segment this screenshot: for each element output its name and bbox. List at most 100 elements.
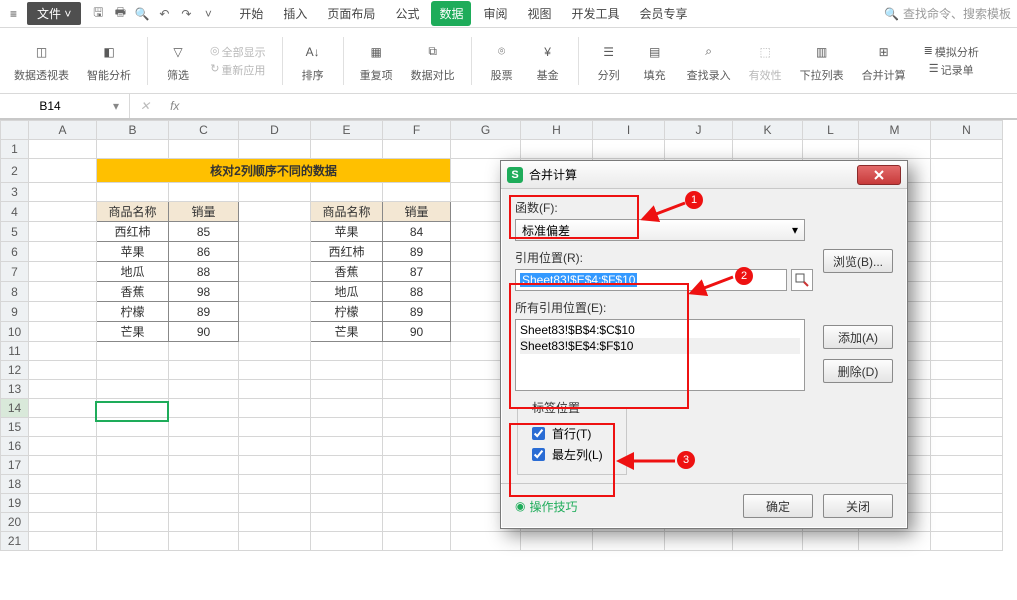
list-item[interactable]: Sheet83!$B$4:$C$10 [520,322,800,338]
cell[interactable] [931,302,1003,322]
cell[interactable]: 89 [383,242,451,262]
cell[interactable] [931,159,1003,183]
cell[interactable]: 香蕉 [97,282,169,302]
cell[interactable]: 西红柿 [97,222,169,242]
tab-data[interactable]: 数据 [431,1,471,26]
cell[interactable] [29,456,97,475]
cell[interactable] [239,342,311,361]
cell[interactable] [29,380,97,399]
cell[interactable] [29,513,97,532]
col-header[interactable]: N [931,121,1003,140]
cell[interactable] [97,513,169,532]
cell[interactable]: 芒果 [311,322,383,342]
row-header[interactable]: 11 [1,342,29,361]
cell[interactable] [931,262,1003,282]
ribbon-fund[interactable]: ¥基金 [528,39,568,83]
cell[interactable] [931,494,1003,513]
browse-button[interactable]: 浏览(B)... [823,249,893,273]
row-header[interactable]: 18 [1,475,29,494]
preview-icon[interactable]: 🔍 [134,6,150,22]
cell[interactable]: 核对2列顺序不同的数据 [97,159,451,183]
row-header[interactable]: 3 [1,183,29,202]
cell[interactable] [29,532,97,551]
cell[interactable]: 西红柿 [311,242,383,262]
row-header[interactable]: 21 [1,532,29,551]
cell[interactable]: 柠檬 [311,302,383,322]
cell[interactable] [97,456,169,475]
cell[interactable] [311,532,383,551]
col-header[interactable]: C [169,121,239,140]
cell[interactable] [451,532,521,551]
cell[interactable]: 芒果 [97,322,169,342]
cell[interactable]: 苹果 [97,242,169,262]
cell[interactable]: 地瓜 [311,282,383,302]
col-header[interactable]: D [239,121,311,140]
ribbon-datacompare[interactable]: ⧉数据对比 [405,39,461,83]
fx-icon[interactable]: fx [160,99,189,113]
cell[interactable] [931,361,1003,380]
cell[interactable] [97,380,169,399]
cell[interactable] [239,361,311,380]
cell[interactable] [29,262,97,282]
cell[interactable] [311,494,383,513]
cell[interactable] [311,399,383,418]
cell[interactable] [311,342,383,361]
cell[interactable] [931,322,1003,342]
col-header[interactable]: M [859,121,931,140]
cell[interactable] [239,183,311,202]
cell[interactable] [239,437,311,456]
cell[interactable]: 85 [169,222,239,242]
cell[interactable] [97,361,169,380]
tab-pagelayout[interactable]: 页面布局 [319,1,383,26]
cell[interactable]: 柠檬 [97,302,169,322]
cell[interactable] [593,140,665,159]
row-header[interactable]: 6 [1,242,29,262]
cell[interactable]: 98 [169,282,239,302]
ribbon-sort[interactable]: A↓排序 [293,39,333,83]
cell[interactable] [931,140,1003,159]
cell[interactable] [97,418,169,437]
left-col-input[interactable] [532,448,545,461]
cell[interactable] [169,361,239,380]
range-picker-icon[interactable] [791,269,813,291]
cell[interactable] [97,399,169,418]
cell[interactable] [383,437,451,456]
tips-link[interactable]: ◉ 操作技巧 [515,498,578,515]
cell[interactable] [383,361,451,380]
cell[interactable] [169,437,239,456]
cell[interactable] [451,140,521,159]
cell[interactable]: 销量 [169,202,239,222]
cell[interactable] [239,202,311,222]
cell[interactable] [169,380,239,399]
cell[interactable] [931,399,1003,418]
cell[interactable] [239,140,311,159]
cell[interactable] [29,202,97,222]
cell[interactable] [931,342,1003,361]
ribbon-pivot[interactable]: ◫数据透视表 [8,39,75,83]
cell[interactable] [311,513,383,532]
cell[interactable]: 销量 [383,202,451,222]
row-header[interactable]: 4 [1,202,29,222]
cell[interactable] [29,475,97,494]
ribbon-dropdown[interactable]: ▥下拉列表 [794,39,850,83]
tab-formula[interactable]: 公式 [387,1,427,26]
cell[interactable] [29,140,97,159]
allref-list[interactable]: Sheet83!$B$4:$C$10 Sheet83!$E$4:$F$10 [515,319,805,391]
first-row-checkbox[interactable]: 首行(T) [528,424,616,443]
ribbon-findinput[interactable]: ⌕查找录入 [681,39,737,83]
cell[interactable] [733,140,803,159]
cell[interactable] [311,380,383,399]
cell[interactable] [169,494,239,513]
cell[interactable] [169,399,239,418]
cell[interactable]: 88 [383,282,451,302]
cell[interactable] [97,532,169,551]
cell[interactable] [665,140,733,159]
cell[interactable] [665,532,733,551]
cell[interactable] [239,475,311,494]
cell[interactable] [97,437,169,456]
row-header[interactable]: 9 [1,302,29,322]
tab-insert[interactable]: 插入 [275,1,315,26]
cell[interactable] [521,532,593,551]
cell[interactable]: 88 [169,262,239,282]
tab-devtools[interactable]: 开发工具 [564,1,628,26]
